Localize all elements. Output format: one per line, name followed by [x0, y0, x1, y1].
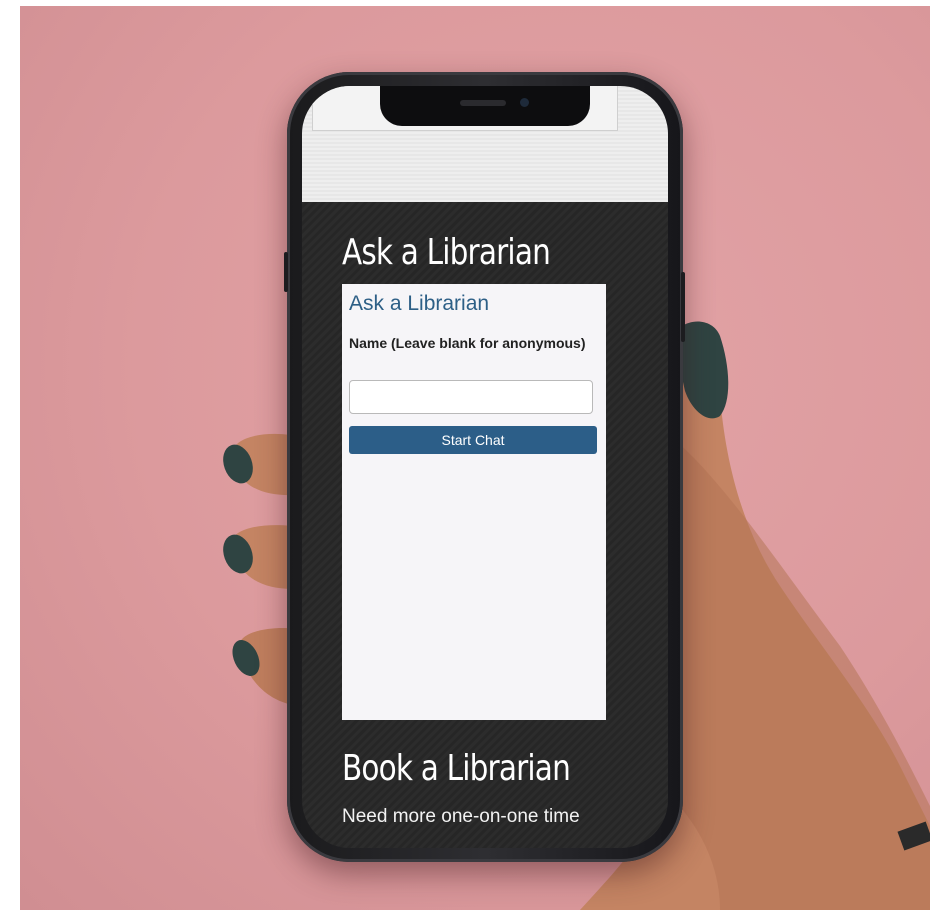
power-button [681, 272, 685, 342]
book-section-text: Need more one-on-one time [342, 806, 580, 827]
start-chat-button[interactable]: Start Chat [349, 426, 597, 454]
phone-screen: Ask a Librarian Ask a Librarian Name (Le… [302, 86, 668, 848]
widget-title: Ask a Librarian [349, 292, 490, 315]
volume-button [284, 252, 288, 292]
book-section-title: Book a Librarian [342, 748, 571, 789]
name-label: Name (Leave blank for anonymous) [349, 335, 586, 351]
phone-notch [380, 86, 590, 126]
name-input[interactable] [349, 380, 593, 414]
speaker-grille [460, 100, 506, 106]
chat-widget: Ask a Librarian Name (Leave blank for an… [342, 284, 606, 720]
photo-scene: Ask a Librarian Ask a Librarian Name (Le… [20, 6, 930, 910]
ask-section-title: Ask a Librarian [342, 232, 551, 273]
smartphone: Ask a Librarian Ask a Librarian Name (Le… [284, 72, 685, 862]
front-camera [520, 98, 529, 107]
